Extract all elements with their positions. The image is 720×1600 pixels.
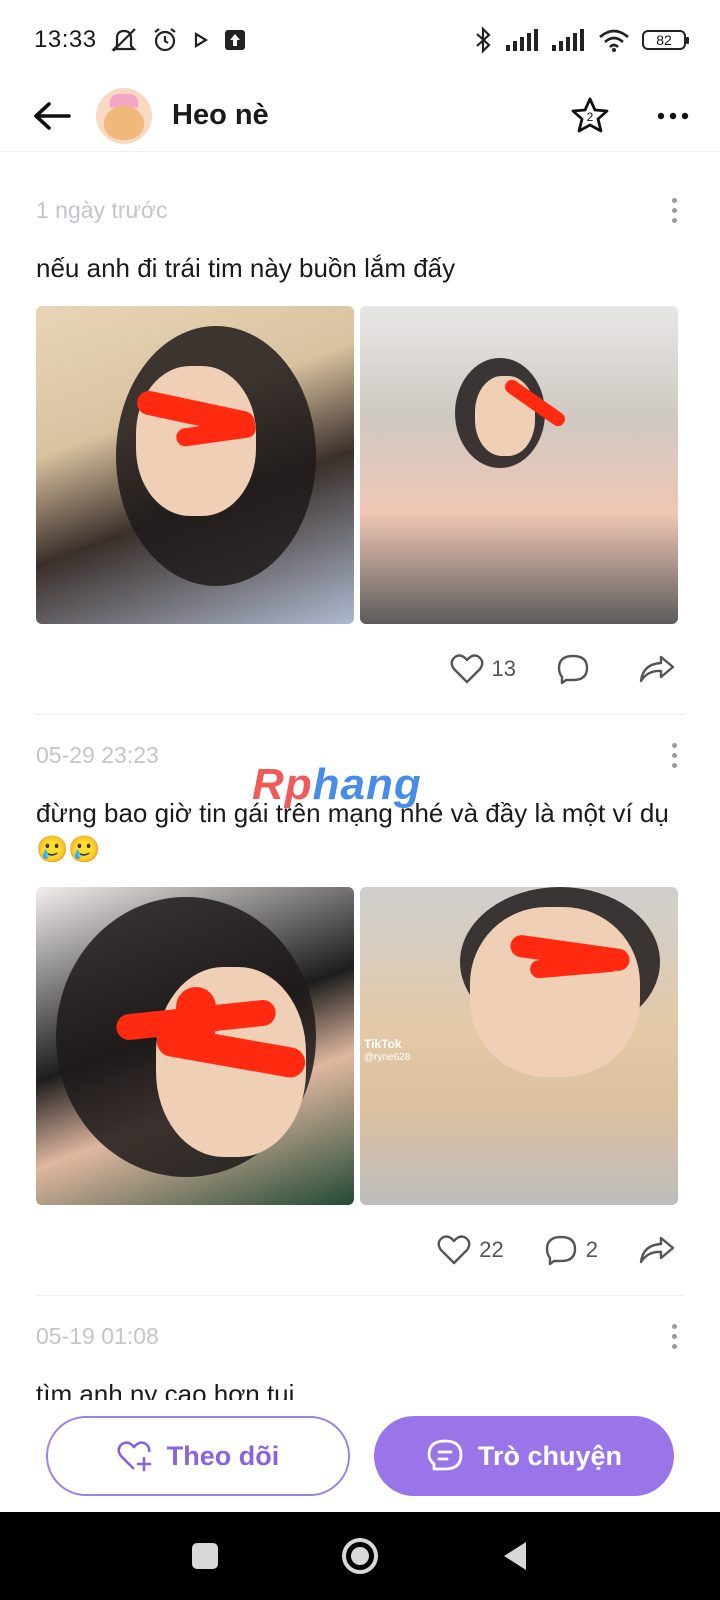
status-time: 13:33 xyxy=(34,26,97,53)
status-bar: 13:33 82 xyxy=(0,0,720,80)
comment-button[interactable] xyxy=(556,653,598,685)
post-item: 05-19 01:08 tìm anh ny cao hơn tui xyxy=(0,1296,720,1400)
post-text: nếu anh đi trái tim này buồn lắm đấy xyxy=(36,253,456,283)
post-text: tìm anh ny cao hơn tui xyxy=(36,1379,295,1400)
more-options-icon[interactable] xyxy=(656,111,690,121)
arrow-left-icon xyxy=(34,101,71,130)
heart-plus-icon xyxy=(117,1441,152,1472)
home-icon[interactable] xyxy=(340,1536,380,1576)
bottom-action-bar: Theo dõi Trò chuyện xyxy=(0,1400,720,1512)
post-menu-icon[interactable] xyxy=(664,1323,684,1349)
comment-count: 2 xyxy=(585,1237,598,1262)
post-photo[interactable] xyxy=(36,887,354,1205)
post-menu-icon[interactable] xyxy=(664,742,684,768)
avatar[interactable] xyxy=(96,87,152,144)
like-button[interactable]: 13 xyxy=(450,654,516,684)
share-button[interactable] xyxy=(638,654,676,684)
upload-icon xyxy=(224,30,245,50)
like-count: 13 xyxy=(491,656,516,681)
post-photo[interactable] xyxy=(360,306,678,624)
follow-label: Theo dõi xyxy=(166,1440,280,1471)
wifi-icon xyxy=(599,29,629,52)
share-icon xyxy=(639,1236,675,1264)
chat-bubble-icon xyxy=(427,1439,463,1471)
post-photo[interactable] xyxy=(36,306,354,624)
tiktok-user: @ryne628 xyxy=(364,1052,411,1063)
profile-name: Heo nè xyxy=(172,99,269,131)
post-time: 05-29 23:23 xyxy=(36,741,159,768)
tiktok-label: TikTok xyxy=(364,1037,402,1051)
comment-button[interactable]: 2 xyxy=(544,1234,598,1266)
post-time: 05-19 01:08 xyxy=(36,1322,159,1349)
watermark-logo: Rphang xyxy=(252,760,422,809)
back-button[interactable] xyxy=(30,94,74,138)
chat-button[interactable]: Trò chuyện xyxy=(374,1416,674,1496)
post-menu-icon[interactable] xyxy=(664,197,684,223)
heart-icon xyxy=(437,1235,471,1265)
post-time: 1 ngày trước xyxy=(36,196,168,223)
star-badge-icon[interactable]: 2 xyxy=(570,96,610,136)
recents-icon[interactable] xyxy=(190,1541,220,1571)
share-icon xyxy=(639,655,675,683)
signal-icon xyxy=(506,29,538,51)
profile-header: Heo nè 2 xyxy=(0,80,720,152)
battery-level: 82 xyxy=(656,32,672,48)
like-button[interactable]: 22 xyxy=(437,1235,504,1265)
chat-label: Trò chuyện xyxy=(477,1440,623,1471)
follow-button[interactable]: Theo dõi xyxy=(46,1416,350,1496)
comment-icon xyxy=(545,1235,576,1266)
bluetooth-icon xyxy=(476,26,491,54)
battery-indicator: 82 xyxy=(642,30,689,50)
comment-icon xyxy=(557,654,589,685)
svg-text:2: 2 xyxy=(587,110,594,124)
mute-icon xyxy=(110,28,137,52)
signal-icon-2 xyxy=(552,29,584,51)
system-nav-bar xyxy=(0,1512,720,1600)
alarm-icon xyxy=(153,28,176,52)
play-icon xyxy=(194,32,208,48)
post-photo[interactable]: TikTok @ryne628 xyxy=(360,887,678,1205)
like-count: 22 xyxy=(479,1237,504,1262)
heart-icon xyxy=(450,654,483,684)
share-button[interactable] xyxy=(638,1235,676,1265)
back-nav-icon[interactable] xyxy=(500,1540,530,1572)
post-item: 1 ngày trước nếu anh đi trái tim này buồ… xyxy=(0,170,720,714)
